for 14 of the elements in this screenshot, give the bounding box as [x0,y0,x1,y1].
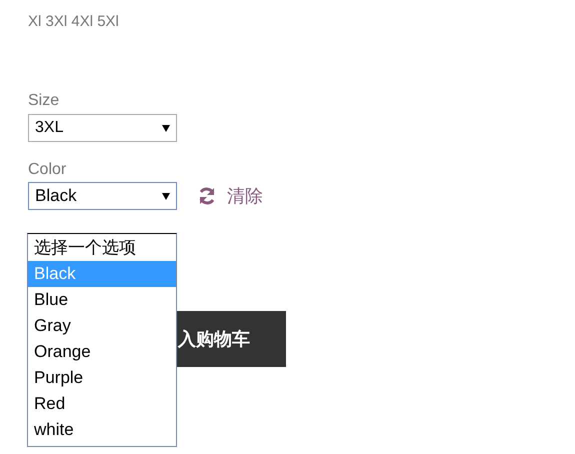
dropdown-option[interactable]: Purple [28,365,176,391]
dropdown-option[interactable]: 选择一个选项 [28,235,176,261]
dropdown-option[interactable]: white [28,417,176,443]
clear-link[interactable]: 清除 [197,182,263,210]
caret-icon [162,124,170,132]
size-label: Size [28,91,60,111]
size-list-text: Xl 3Xl 4Xl 5Xl [28,12,119,32]
color-label: Color [28,160,66,180]
dropdown-option[interactable]: Blue [28,287,176,313]
dropdown-option[interactable]: Red [28,391,176,417]
refresh-icon [197,186,217,206]
color-select[interactable]: Black [28,182,177,210]
caret-icon [162,192,170,200]
size-select[interactable]: 3XL [28,114,177,142]
